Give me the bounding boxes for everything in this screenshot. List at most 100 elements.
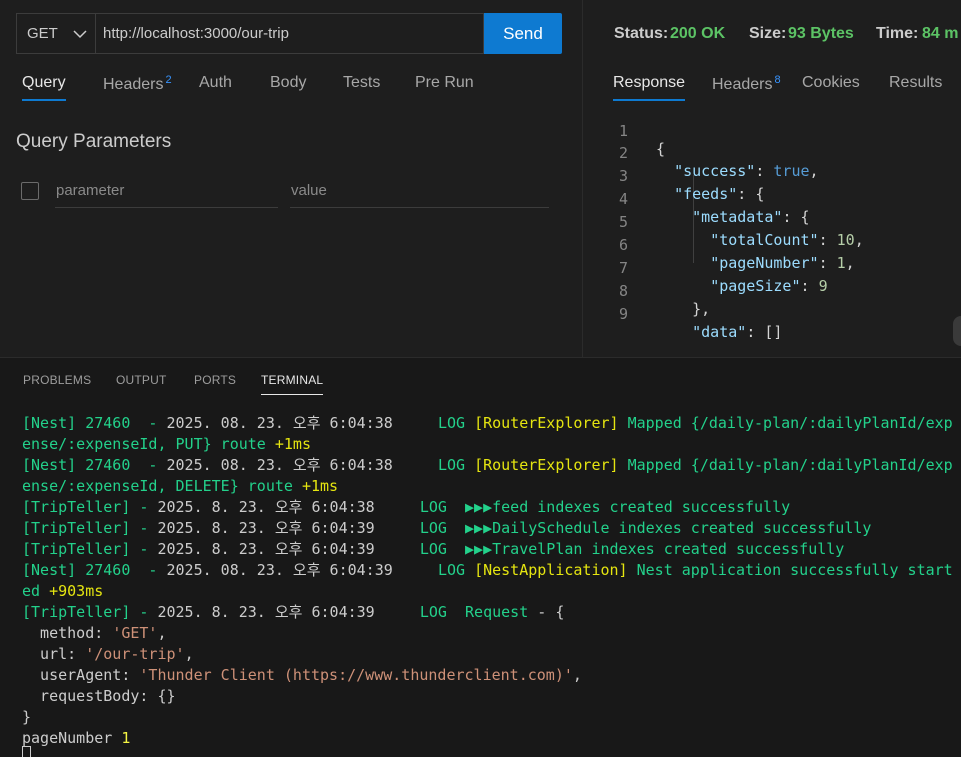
status-label: Status:: [614, 25, 669, 42]
log-duration: +1ms: [274, 435, 311, 453]
tab-terminal[interactable]: TERMINAL: [261, 373, 324, 395]
parameter-input[interactable]: parameter: [55, 180, 278, 208]
request-tabs: Query Headers 2 Auth Body Tests Pre Run: [0, 74, 582, 104]
tab-results[interactable]: Results: [889, 74, 942, 92]
punctuation: ,: [157, 624, 167, 642]
tab-ports[interactable]: PORTS: [194, 373, 236, 387]
terminal-line: [Nest] 27460 - 2025. 08. 23. 오후 6:04:38 …: [22, 455, 953, 476]
tab-results-label: Results: [889, 74, 943, 91]
log-level: LOG: [419, 519, 447, 537]
log-message: DailySchedule indexes created successful…: [492, 519, 872, 537]
tab-problems[interactable]: PROBLEMS: [23, 373, 91, 387]
tab-auth[interactable]: Auth: [199, 74, 232, 92]
log-source: [TripTeller] -: [22, 498, 158, 516]
terminal-line: requestBody: {}: [22, 686, 176, 707]
code-line: 4 "metadata": {: [583, 172, 961, 226]
code-text: "data": []: [692, 323, 783, 341]
time-label: Time:: [876, 25, 919, 42]
code-line: 3 "feeds": {: [583, 149, 961, 203]
tab-body[interactable]: Body: [270, 74, 306, 92]
tab-tests[interactable]: Tests: [343, 74, 380, 92]
terminal-line: [TripTeller] - 2025. 8. 23. 오후 6:04:39 L…: [22, 518, 871, 539]
tab-pre-run-label: Pre Run: [415, 74, 474, 91]
object-entry: requestBody: {}: [22, 687, 176, 705]
time-value: 84 m: [922, 25, 959, 42]
arrow-icon: ▶▶▶: [465, 498, 493, 516]
object-value: 'GET': [112, 624, 158, 642]
scrollbar-thumb[interactable]: [953, 316, 961, 346]
tab-body-label: Body: [270, 74, 307, 91]
log-source: [TripTeller] -: [22, 540, 158, 558]
terminal-line: ense/:expenseId, PUT} route +1ms: [22, 434, 311, 455]
code-line: 8 },: [583, 264, 961, 318]
log-source: [Nest] 27460 -: [22, 414, 167, 432]
tab-headers-label: Headers: [103, 76, 164, 93]
object-value: '/our-trip': [85, 645, 185, 663]
tab-tests-label: Tests: [343, 74, 381, 91]
panel-tabs: PROBLEMS OUTPUT PORTS TERMINAL: [0, 358, 961, 398]
value-input[interactable]: value: [290, 180, 549, 208]
tab-query[interactable]: Query: [22, 74, 66, 101]
json-key: "data": [692, 323, 747, 341]
tab-problems-label: PROBLEMS: [23, 373, 92, 387]
log-message: Nest application successfully start: [627, 561, 953, 579]
json-array: []: [764, 323, 783, 341]
log-duration: +1ms: [301, 477, 339, 495]
console-number: 1: [121, 729, 131, 747]
tab-response-headers-label: Headers: [712, 76, 773, 93]
log-message: ed: [22, 582, 50, 600]
status-value: 200 OK: [670, 25, 726, 42]
log-message: feed indexes created successfully: [492, 498, 791, 516]
terminal-line: method: 'GET',: [22, 623, 167, 644]
response-tabs: Response Headers 8 Cookies Results: [583, 74, 961, 104]
line-number: 9: [618, 305, 628, 323]
log-message: Mapped {/daily-plan/:dailyPlanId/exp: [618, 456, 953, 474]
param-enable-checkbox[interactable]: [21, 182, 39, 200]
code-line: 9 "data": []: [583, 287, 961, 341]
terminal-line: url: '/our-trip',: [22, 644, 194, 665]
terminal-line: userAgent: 'Thunder Client (https://www.…: [22, 665, 582, 686]
log-source: [Nest] 27460 -: [22, 561, 167, 579]
size-value: 93 Bytes: [788, 25, 854, 42]
code-line: 5 "totalCount": 10,: [583, 195, 961, 249]
send-button[interactable]: Send: [484, 13, 562, 54]
log-level: LOG: [419, 603, 447, 621]
tab-response[interactable]: Response: [613, 74, 686, 101]
terminal-line: pageNumber 1: [22, 728, 130, 749]
code-line: 6 "pageNumber": 1,: [583, 218, 961, 272]
tab-cookies[interactable]: Cookies: [802, 74, 860, 92]
active-tab-underline: [613, 99, 686, 101]
punctuation: ,: [572, 666, 582, 684]
log-timestamp: 2025. 08. 23. 오후 6:04:38: [166, 456, 438, 474]
object-key: url:: [22, 645, 86, 663]
url-input[interactable]: http://localhost:3000/our-trip: [95, 13, 484, 54]
request-pane: GET http://localhost:3000/our-trip Send …: [0, 0, 582, 357]
terminal-line: [Nest] 27460 - 2025. 08. 23. 오후 6:04:38 …: [22, 413, 953, 434]
tab-pre-run[interactable]: Pre Run: [415, 74, 474, 92]
chevron-down-icon: [73, 30, 87, 39]
active-tab-underline: [22, 99, 66, 101]
method-select[interactable]: GET: [16, 13, 95, 54]
terminal-line: [Nest] 27460 - 2025. 08. 23. 오후 6:04:39 …: [22, 560, 953, 581]
tab-auth-label: Auth: [199, 74, 232, 91]
tab-output[interactable]: OUTPUT: [116, 373, 167, 387]
response-headers-count-badge: 8: [774, 74, 781, 86]
log-level: LOG: [419, 540, 447, 558]
tab-response-headers[interactable]: Headers 8: [712, 74, 781, 94]
tab-headers[interactable]: Headers 2: [103, 74, 172, 94]
log-duration: +903ms: [49, 582, 104, 600]
log-level: LOG: [437, 561, 466, 579]
log-timestamp: 2025. 8. 23. 오후 6:04:39: [157, 519, 420, 537]
log-timestamp: 2025. 8. 23. 오후 6:04:39: [157, 603, 420, 621]
size-label: Size:: [749, 25, 787, 42]
log-timestamp: 2025. 08. 23. 오후 6:04:38: [166, 414, 438, 432]
bottom-panel: PROBLEMS OUTPUT PORTS TERMINAL [Nest] 27…: [0, 357, 961, 757]
log-message: ense/:expenseId, PUT} route: [22, 435, 275, 453]
tab-query-label: Query: [22, 74, 66, 91]
log-level: LOG: [419, 498, 447, 516]
log-level: LOG: [437, 456, 466, 474]
log-message: ense/:expenseId, DELETE} route: [22, 477, 302, 495]
tab-cookies-label: Cookies: [802, 74, 860, 91]
log-timestamp: 2025. 8. 23. 오후 6:04:38: [157, 498, 420, 516]
object-key: method:: [22, 624, 113, 642]
